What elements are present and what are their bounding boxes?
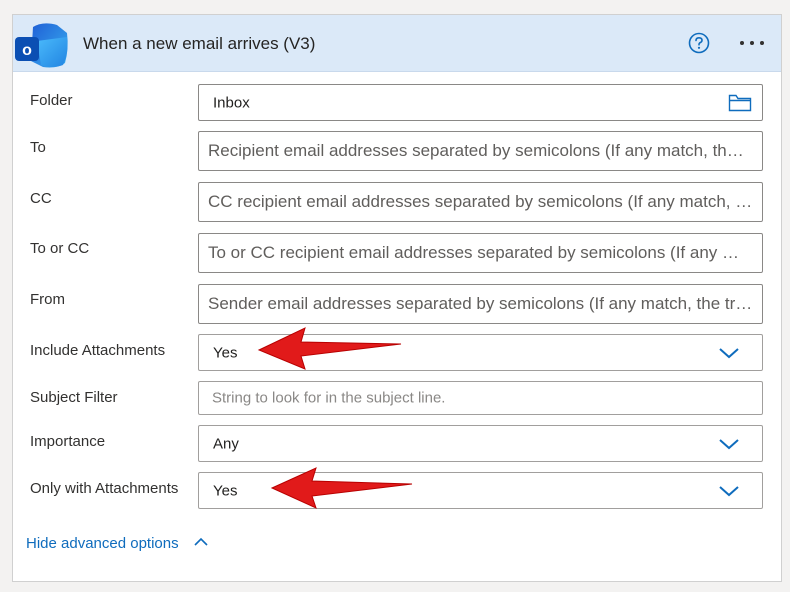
- subject-filter-placeholder: String to look for in the subject line.: [212, 389, 446, 407]
- outlook-logo-icon: o: [15, 23, 68, 68]
- only-with-attachments-dropdown[interactable]: Yes: [198, 472, 763, 509]
- ellipsis-icon[interactable]: [737, 31, 767, 55]
- include-attachments-dropdown[interactable]: Yes: [198, 334, 763, 371]
- to-label: To: [30, 139, 46, 156]
- chevron-up-icon[interactable]: [193, 536, 209, 548]
- only-with-attachments-label: Only with Attachments: [30, 480, 179, 497]
- only-with-attachments-value: Yes: [213, 482, 238, 499]
- folder-value: Inbox: [213, 94, 250, 111]
- chevron-down-icon[interactable]: [718, 346, 740, 360]
- trigger-card: o When a new email arrives (V3) Folder I…: [12, 14, 782, 582]
- to-or-cc-placeholder: To or CC recipient email addresses separ…: [208, 243, 753, 262]
- chevron-down-icon[interactable]: [718, 484, 740, 498]
- importance-value: Any: [213, 435, 239, 452]
- cc-input[interactable]: CC recipient email addresses separated b…: [198, 182, 763, 222]
- trigger-title: When a new email arrives (V3): [83, 34, 316, 53]
- from-label: From: [30, 291, 65, 308]
- folder-field[interactable]: Inbox: [198, 84, 763, 121]
- importance-label: Importance: [30, 433, 106, 450]
- importance-dropdown[interactable]: Any: [198, 425, 763, 462]
- include-attachments-value: Yes: [213, 344, 238, 361]
- cc-label: CC: [30, 190, 52, 207]
- card-header[interactable]: o When a new email arrives (V3): [13, 15, 781, 72]
- folder-label: Folder: [30, 92, 73, 109]
- svg-text:o: o: [22, 42, 32, 59]
- include-attachments-label: Include Attachments: [30, 342, 166, 359]
- from-placeholder: Sender email addresses separated by semi…: [208, 294, 753, 313]
- to-or-cc-input[interactable]: To or CC recipient email addresses separ…: [198, 233, 763, 273]
- subject-filter-label: Subject Filter: [30, 389, 118, 406]
- to-placeholder: Recipient email addresses separated by s…: [208, 141, 753, 160]
- hide-advanced-options-link[interactable]: Hide advanced options: [26, 535, 179, 552]
- chevron-down-icon[interactable]: [718, 437, 740, 451]
- to-or-cc-label: To or CC: [30, 240, 90, 257]
- to-input[interactable]: Recipient email addresses separated by s…: [198, 131, 763, 171]
- folder-icon[interactable]: [728, 94, 752, 112]
- subject-filter-input[interactable]: String to look for in the subject line.: [198, 381, 763, 415]
- from-input[interactable]: Sender email addresses separated by semi…: [198, 284, 763, 324]
- question-circle-icon[interactable]: [687, 31, 711, 55]
- cc-placeholder: CC recipient email addresses separated b…: [208, 192, 753, 211]
